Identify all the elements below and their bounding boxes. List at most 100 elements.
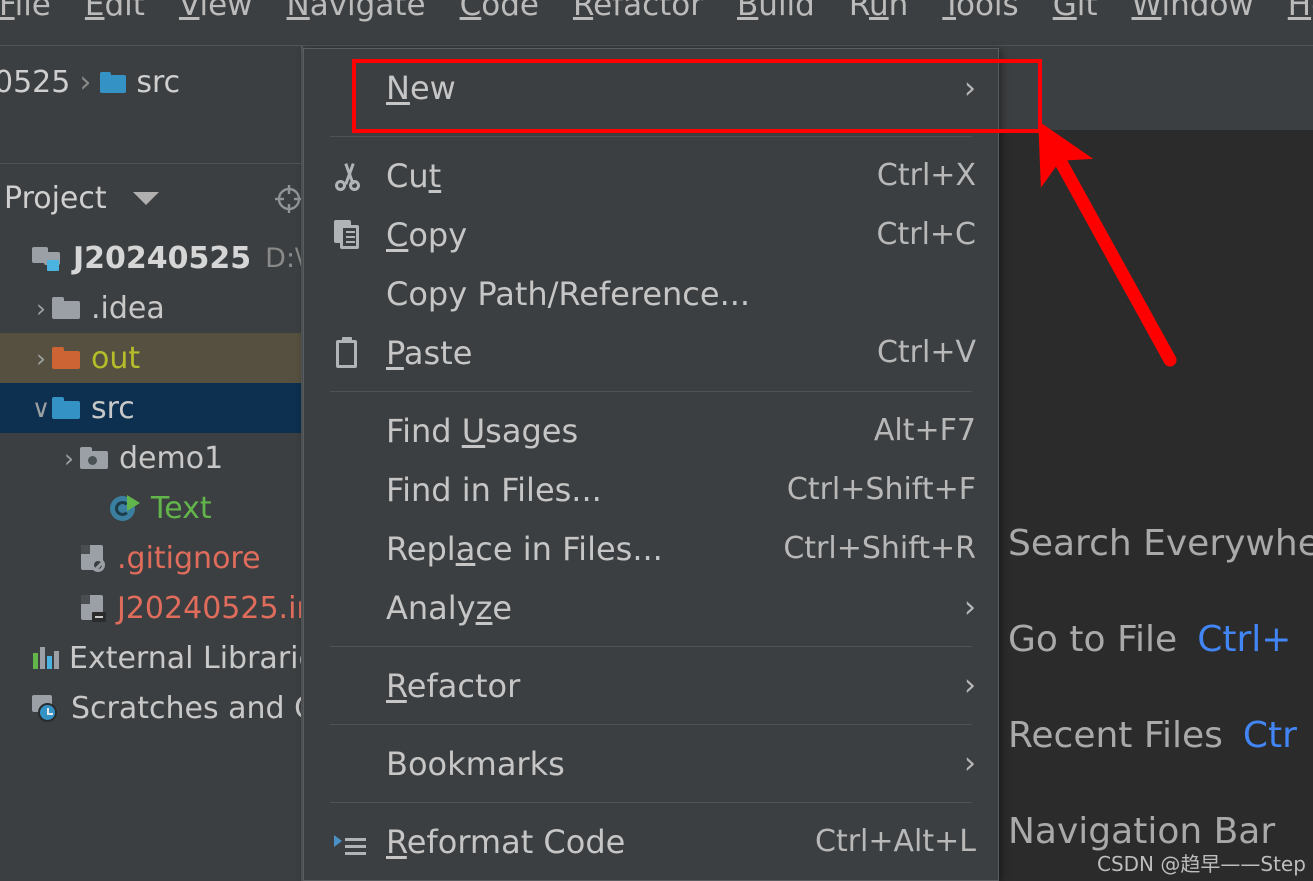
menu-item-replace-in-files[interactable]: Replace in Files... Ctrl+Shift+R	[304, 519, 998, 578]
tree-item-demo1[interactable]: › demo1	[0, 433, 303, 483]
menu-item-copy-path-reference[interactable]: Copy Path/Reference...	[304, 264, 998, 323]
chevron-right-icon: ›	[964, 746, 976, 781]
menu-separator	[330, 724, 972, 725]
menu-window[interactable]: Window	[1115, 0, 1271, 23]
tree-expand-arrow-icon[interactable]: ›	[30, 344, 52, 373]
tree-item-gitignore[interactable]: .gitignore	[0, 533, 303, 583]
editor-hint-label: Recent Files	[1008, 714, 1223, 756]
module-icon	[32, 245, 73, 271]
menu-item-bookmarks[interactable]: Bookmarks ›	[304, 734, 998, 793]
breadcrumb: 0525 › src	[0, 46, 303, 118]
menu-item-refactor[interactable]: Refactor ›	[304, 656, 998, 715]
breadcrumb-project[interactable]: 0525	[0, 65, 70, 100]
package-icon	[80, 447, 119, 469]
crosshair-target-icon[interactable]	[274, 184, 304, 214]
menu-item-reformat-code[interactable]: Reformat Code Ctrl+Alt+L	[304, 812, 998, 871]
menu-git[interactable]: Git	[1036, 0, 1115, 23]
menu-code[interactable]: Code	[443, 0, 556, 23]
menu-item-label: Cut	[386, 156, 442, 195]
menu-build[interactable]: Build	[720, 0, 832, 23]
menu-tools[interactable]: Tools	[925, 0, 1035, 23]
editor-hint-shortcut: Ctrl+	[1197, 618, 1292, 660]
tree-item-label: External Libraries	[69, 640, 333, 676]
tree-item-label: Text	[151, 490, 212, 526]
menu-run[interactable]: Run	[832, 0, 925, 23]
menu-item-find-usages[interactable]: Find Usages Alt+F7	[304, 401, 998, 460]
java-class-runnable-icon	[110, 494, 151, 522]
folder-icon	[100, 71, 127, 93]
menu-item-label: Analyze	[386, 588, 513, 627]
menu-separator	[330, 391, 972, 392]
reformat-icon	[334, 829, 386, 855]
tree-item-out[interactable]: › out	[0, 333, 303, 383]
watermark-text: CSDN @趋早——Step	[1097, 852, 1306, 876]
menu-edit[interactable]: Edit	[68, 0, 162, 23]
folder-gray-icon	[52, 297, 91, 319]
tree-expand-arrow-icon[interactable]: ∨	[30, 394, 52, 423]
menu-refactor[interactable]: Refactor	[556, 0, 720, 23]
editor-hint-go-to-file: Go to File Ctrl+	[1008, 591, 1313, 687]
menu-item-shortcut: Ctrl+V	[876, 335, 976, 370]
tree-item-idea[interactable]: › .idea	[0, 283, 303, 333]
editor-hint-label: Search Everywhe	[1008, 522, 1313, 564]
menu-view[interactable]: View	[162, 0, 270, 23]
menu-separator	[330, 136, 972, 137]
main-menu-items: File Edit View Navigate Code Refactor Build Run…	[0, 0, 1313, 28]
tree-item-label: J20240525	[73, 240, 252, 276]
menu-item-label: Copy Path/Reference...	[386, 274, 751, 313]
editor-shortcut-hints: Search Everywhe Go to File Ctrl+ Recent Fil…	[1008, 495, 1313, 879]
tree-expand-arrow-icon[interactable]: ›	[58, 444, 80, 473]
tree-item-scratches-and-co[interactable]: Scratches and Co	[0, 683, 333, 733]
menu-item-label: Replace in Files...	[386, 529, 663, 568]
breadcrumb-separator-icon: ›	[79, 64, 92, 100]
tree-item-label: demo1	[119, 440, 224, 476]
folder-blue-icon	[52, 397, 91, 419]
menu-item-label: Find in Files...	[386, 470, 602, 509]
ide-window: File Edit View Navigate Code Refactor Build Run…	[0, 0, 1313, 881]
menu-separator	[330, 802, 972, 803]
external-libraries-icon	[32, 645, 69, 671]
menu-separator	[330, 646, 972, 647]
clipboard-icon	[334, 336, 386, 369]
menu-item-label: Find Usages	[386, 411, 579, 450]
tree-item-label: Scratches and Co	[71, 690, 334, 726]
ignored-file-icon	[80, 544, 117, 572]
copy-icon	[334, 219, 386, 250]
project-tool-window: 0525 › src Project J20240525 D:\cc › .idea ›…	[0, 46, 334, 881]
scratches-clock-icon	[32, 694, 71, 722]
chevron-right-icon: ›	[964, 70, 976, 106]
scissors-icon	[334, 161, 386, 191]
menu-item-paste[interactable]: Paste Ctrl+V	[304, 323, 998, 382]
menu-file[interactable]: File	[0, 0, 68, 23]
tree-item-external-libraries[interactable]: External Libraries	[0, 633, 333, 683]
menu-item-label: Reformat Code	[386, 822, 626, 861]
menu-item-new[interactable]: New ›	[304, 49, 998, 127]
iml-file-icon	[80, 594, 117, 622]
project-tree[interactable]: J20240525 D:\cc › .idea › out ∨ src › demo1 Text .g…	[0, 233, 334, 733]
chevron-down-icon[interactable]	[132, 191, 159, 205]
tree-item-j20240525-iml[interactable]: J20240525.iml	[0, 583, 334, 633]
tree-item-src[interactable]: ∨ src	[0, 383, 303, 433]
tree-item-label: .gitignore	[117, 540, 261, 576]
menu-item-shortcut: Ctrl+X	[876, 158, 976, 193]
chevron-right-icon: ›	[964, 668, 976, 703]
breadcrumb-folder[interactable]: src	[136, 65, 180, 100]
tree-item-label: out	[91, 340, 141, 376]
tool-window-title[interactable]: Project	[4, 181, 107, 216]
menu-item-shortcut: Ctrl+Shift+F	[786, 472, 976, 507]
menu-navigate[interactable]: Navigate	[270, 0, 443, 23]
tree-item-j20240525[interactable]: J20240525 D:\cc	[0, 233, 334, 283]
menu-item-find-in-files[interactable]: Find in Files... Ctrl+Shift+F	[304, 460, 998, 519]
menu-item-copy[interactable]: Copy Ctrl+C	[304, 205, 998, 264]
tree-item-label: .idea	[91, 290, 165, 326]
menu-item-shortcut: Ctrl+C	[876, 217, 976, 252]
menu-item-analyze[interactable]: Analyze ›	[304, 578, 998, 637]
editor-hint-shortcut: Ctr	[1242, 714, 1297, 756]
menu-item-cut[interactable]: Cut Ctrl+X	[304, 146, 998, 205]
context-menu[interactable]: New › Cut Ctrl+X Copy Ctrl+C Copy Path/Referen…	[303, 48, 999, 881]
tree-item-text[interactable]: Text	[0, 483, 303, 533]
tree-item-label: src	[91, 390, 135, 426]
folder-orange-icon	[52, 347, 91, 369]
menu-help[interactable]: Help	[1271, 0, 1313, 23]
tree-expand-arrow-icon[interactable]: ›	[30, 294, 52, 323]
